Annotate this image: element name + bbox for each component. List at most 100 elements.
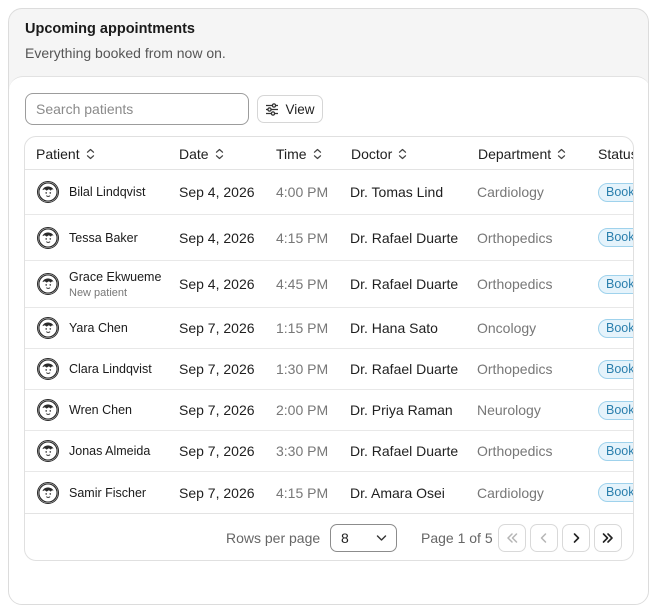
avatar-icon — [37, 358, 59, 380]
rows-per-page-label: Rows per page — [226, 530, 321, 546]
patient-info: Wren Chen — [69, 403, 132, 417]
first-page-icon — [507, 533, 518, 543]
department-cell: Orthopedics — [477, 443, 553, 459]
date-cell: Sep 4, 2026 — [179, 229, 255, 246]
table-row[interactable]: Wren Chen Sep 7, 2026 2:00 PM Dr. Priya Ram… — [25, 390, 633, 431]
status-badge: Booked — [598, 483, 633, 502]
rows-per-page-select[interactable]: 8 — [330, 524, 397, 552]
time-cell: 4:45 PM — [276, 276, 329, 292]
patient-name: Jonas Almeida — [69, 444, 151, 458]
status-cell: Booked — [598, 472, 633, 513]
patient-name: Bilal Lindqvist — [69, 185, 146, 199]
column-header-label: Patient — [36, 145, 80, 162]
status-badge: Booked — [598, 182, 633, 202]
status-badge: Booked — [598, 228, 633, 247]
time-cell: 4:00 PM — [276, 184, 329, 200]
date-cell: Sep 7, 2026 — [179, 443, 255, 459]
table-row[interactable]: Jonas Almeida Sep 7, 2026 3:30 PM Dr. Rafae… — [25, 431, 633, 472]
patient-info: Bilal Lindqvist — [69, 185, 145, 199]
status-cell: Booked — [598, 215, 633, 260]
date-cell: Sep 7, 2026 — [179, 402, 255, 418]
date-cell: Sep 4, 2026 — [179, 276, 255, 292]
column-header-patient[interactable]: Patient — [36, 137, 95, 170]
prev-page-icon — [540, 533, 547, 543]
time-cell: 4:15 PM — [276, 484, 329, 501]
table-row[interactable]: Tessa Baker Sep 4, 2026 4:15 PM Dr. Rafael … — [25, 215, 633, 261]
column-header-label: Department — [478, 145, 552, 162]
view-button-label: View — [285, 101, 315, 117]
status-cell: Booked — [598, 431, 633, 471]
doctor-cell: Dr. Hana Sato — [350, 320, 438, 336]
column-header-label: Date — [179, 145, 209, 162]
appointments-table: Patient Date Time Doctor Department Status Bi… — [24, 136, 634, 561]
date-cell: Sep 7, 2026 — [179, 484, 255, 501]
time-cell: 4:15 PM — [276, 229, 329, 246]
table-row[interactable]: Bilal Lindqvist Sep 4, 2026 4:00 PM Dr. Tom… — [25, 170, 633, 215]
table-row[interactable]: Samir Fischer Sep 7, 2026 4:15 PM Dr. Amara… — [25, 472, 633, 513]
patient-info: Samir Fischer — [69, 486, 146, 500]
patient-cell: Tessa Baker — [37, 215, 138, 260]
column-header-status[interactable]: Status — [598, 137, 634, 170]
prev-page-button[interactable] — [530, 524, 558, 552]
avatar-icon — [37, 181, 59, 203]
table-row[interactable]: Grace Ekwueme New patient Sep 4, 2026 4:45 … — [25, 261, 633, 308]
table-header: Patient Date Time Doctor Department Status — [25, 137, 633, 170]
patient-info: Grace Ekwueme New patient — [69, 270, 161, 299]
sort-icon — [313, 148, 322, 160]
time-cell: 3:30 PM — [276, 443, 329, 459]
department-cell: Cardiology — [477, 484, 544, 501]
avatar-icon — [37, 440, 59, 462]
patient-info: Yara Chen — [69, 321, 128, 335]
status-badge: Booked — [598, 359, 633, 379]
doctor-cell: Dr. Amara Osei — [350, 484, 445, 501]
patient-cell: Jonas Almeida — [37, 431, 150, 471]
column-header-time[interactable]: Time — [276, 137, 322, 170]
next-page-icon — [573, 533, 580, 543]
status-badge: Booked — [598, 274, 633, 294]
time-cell: 1:15 PM — [276, 320, 329, 336]
table-row[interactable]: Clara Lindqvist Sep 7, 2026 1:30 PM Dr. Raf… — [25, 349, 633, 390]
doctor-cell: Dr. Rafael Duarte — [350, 361, 459, 377]
column-header-label: Status — [598, 145, 634, 162]
last-page-button[interactable] — [594, 524, 622, 552]
avatar-icon — [37, 317, 59, 339]
sort-icon — [398, 148, 407, 160]
table-row[interactable]: Yara Chen Sep 7, 2026 1:15 PM Dr. Hana Sato… — [25, 308, 633, 349]
department-cell: Neurology — [477, 402, 541, 418]
next-page-button[interactable] — [562, 524, 590, 552]
patient-cell: Clara Lindqvist — [37, 349, 152, 389]
view-button[interactable]: View — [257, 95, 323, 123]
status-cell: Booked — [598, 349, 633, 389]
time-cell: 2:00 PM — [276, 402, 329, 418]
first-page-button[interactable] — [498, 524, 526, 552]
page-indicator: Page 1 of 5 — [421, 530, 493, 546]
sort-icon — [86, 148, 95, 160]
doctor-cell: Dr. Tomas Lind — [350, 184, 444, 200]
patient-name: Tessa Baker — [69, 230, 138, 245]
date-cell: Sep 7, 2026 — [179, 320, 255, 336]
doctor-cell: Dr. Rafael Duarte — [350, 276, 459, 292]
avatar-icon — [37, 273, 59, 295]
column-header-doctor[interactable]: Doctor — [351, 137, 407, 170]
department-cell: Orthopedics — [477, 276, 553, 292]
status-cell: Booked — [598, 390, 633, 430]
patient-cell: Bilal Lindqvist — [37, 170, 145, 214]
status-cell: Booked — [598, 261, 633, 307]
column-header-date[interactable]: Date — [179, 137, 224, 170]
card-content: View Patient Date Time Doctor Department Stat… — [9, 76, 648, 604]
patient-name: Yara Chen — [69, 321, 128, 335]
last-page-icon — [602, 533, 613, 543]
patient-info: Clara Lindqvist — [69, 362, 152, 376]
patient-name: Grace Ekwueme — [69, 269, 162, 284]
patient-info: Jonas Almeida — [69, 444, 150, 458]
patient-name: Wren Chen — [69, 403, 132, 417]
sort-icon — [215, 148, 224, 160]
patient-name: Clara Lindqvist — [69, 362, 152, 376]
patient-cell: Grace Ekwueme New patient — [37, 261, 161, 307]
patient-cell: Samir Fischer — [37, 472, 146, 513]
status-badge: Booked — [598, 441, 633, 461]
patient-info: Tessa Baker — [69, 231, 138, 245]
column-header-department[interactable]: Department — [478, 137, 566, 170]
doctor-cell: Dr. Rafael Duarte — [350, 443, 459, 459]
search-input[interactable] — [25, 93, 249, 125]
